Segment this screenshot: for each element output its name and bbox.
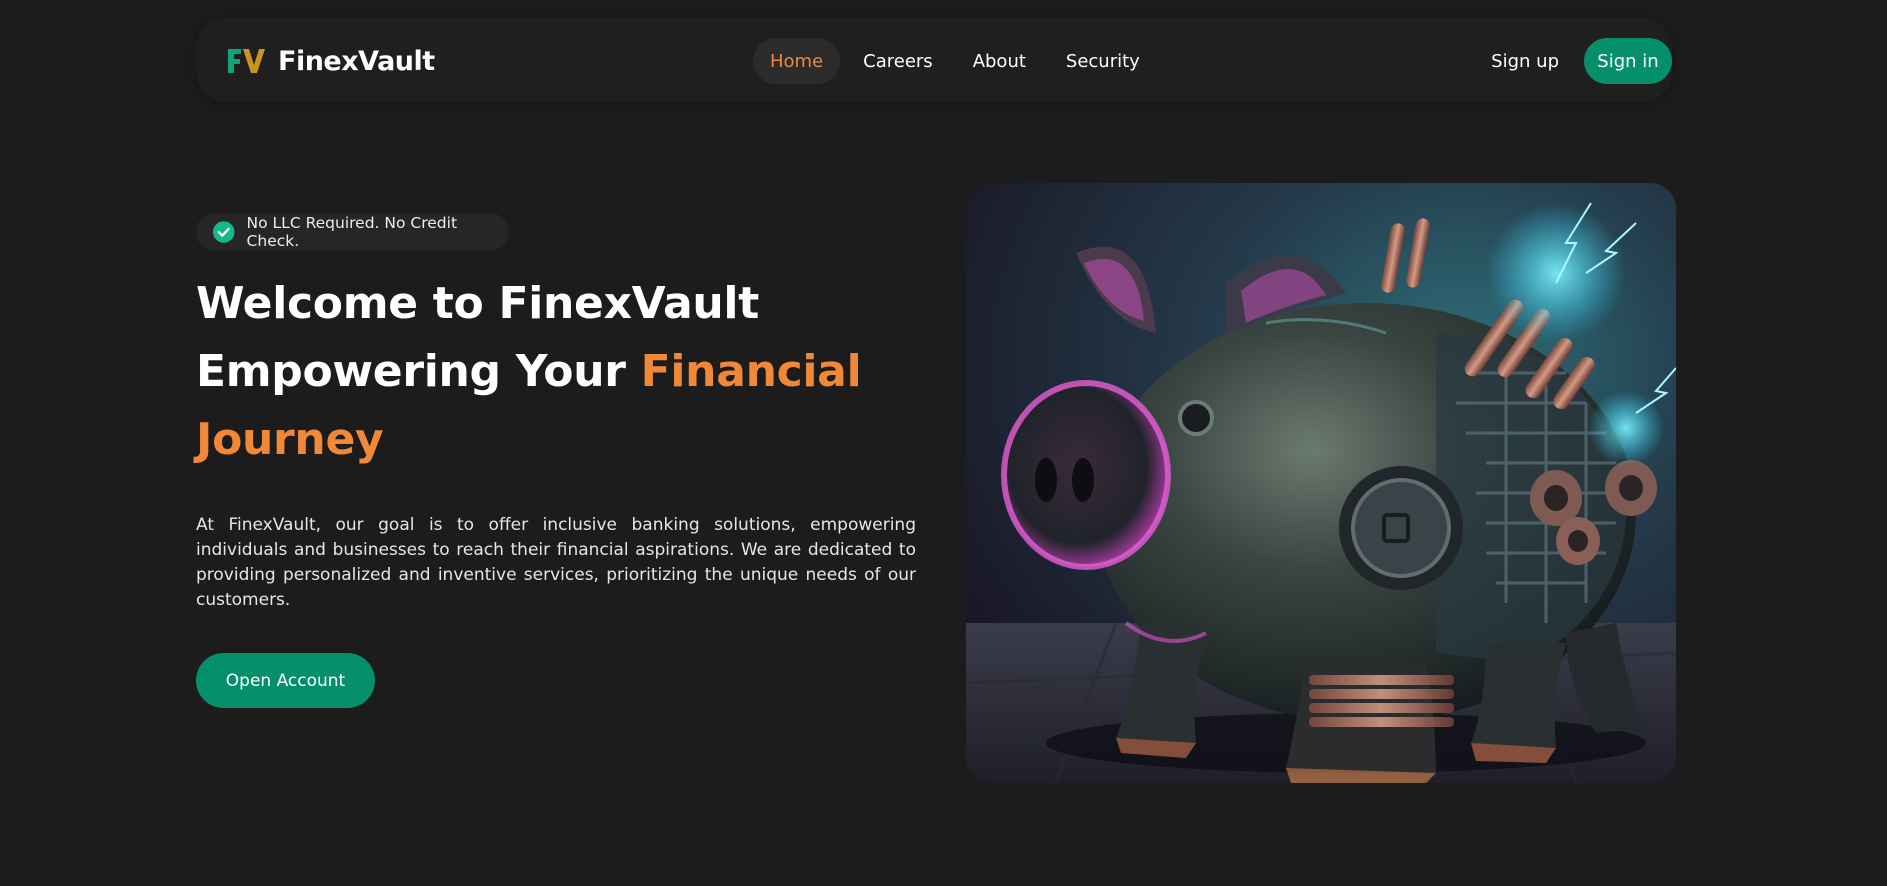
headline-line-1: Welcome to FinexVault — [196, 278, 759, 329]
signin-button[interactable]: Sign in — [1584, 38, 1672, 84]
piggy-bank-illustration — [966, 183, 1676, 783]
check-circle-icon — [213, 221, 235, 243]
nav-item-home[interactable]: Home — [753, 38, 841, 84]
badge-text: No LLC Required. No Credit Check. — [246, 214, 458, 250]
cyberpunk-piggy-bank-image — [966, 183, 1676, 783]
nav-item-about[interactable]: About — [956, 38, 1043, 84]
headline-line-2: Empowering Your Financial — [196, 338, 956, 406]
main-navigation: Home Careers About Security — [753, 38, 1163, 84]
brand-name: FinexVault — [278, 45, 435, 77]
nav-item-security[interactable]: Security — [1049, 38, 1157, 84]
signup-link[interactable]: Sign up — [1491, 51, 1559, 72]
hero-headline: Welcome to FinexVault Empowering Your Fi… — [196, 270, 956, 474]
brand-logo[interactable]: FinexVault — [226, 44, 435, 78]
hero-description: At FinexVault, our goal is to offer incl… — [196, 515, 916, 610]
headline-line-2-prefix: Empowering Your — [196, 346, 641, 397]
auth-actions: Sign up Sign in — [1491, 38, 1672, 84]
landing-page: FinexVault Home Careers About Security S… — [0, 0, 1887, 886]
fv-monogram-icon — [228, 49, 265, 73]
open-account-button[interactable]: Open Account — [196, 653, 375, 708]
top-navbar: FinexVault Home Careers About Security S… — [196, 18, 1672, 102]
headline-accent-financial: Financial — [640, 346, 862, 397]
headline-accent-journey: Journey — [196, 414, 384, 465]
nav-item-careers[interactable]: Careers — [846, 38, 950, 84]
no-llc-badge: No LLC Required. No Credit Check. — [196, 213, 509, 251]
